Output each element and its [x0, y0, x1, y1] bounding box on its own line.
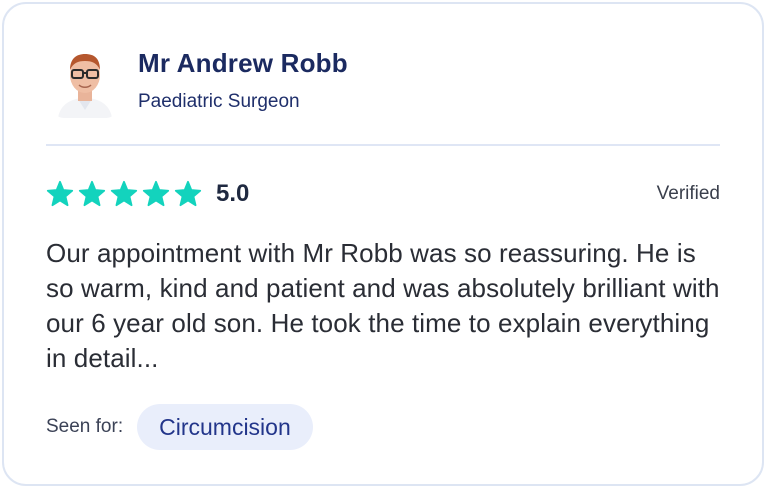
- review-card: Mr Andrew Robb Paediatric Surgeon 5.0 Ve…: [2, 2, 764, 486]
- rating-row: 5.0 Verified: [46, 174, 720, 214]
- doctor-name: Mr Andrew Robb: [138, 47, 348, 78]
- star-icon: [142, 180, 170, 207]
- review-text: Our appointment with Mr Robb was so reas…: [46, 238, 720, 373]
- seen-for-label: Seen for:: [46, 416, 124, 437]
- doctor-header: Mr Andrew Robb Paediatric Surgeon: [52, 42, 348, 122]
- star-icon: [78, 180, 106, 207]
- divider: [46, 144, 720, 146]
- seen-for-row: Seen for: Circumcision: [46, 404, 313, 450]
- star-icon: [110, 180, 138, 207]
- procedure-tag[interactable]: Circumcision: [137, 404, 313, 450]
- verified-label: Verified: [656, 183, 720, 204]
- star-rating: [46, 180, 202, 208]
- doctor-info: Mr Andrew Robb Paediatric Surgeon: [138, 48, 348, 113]
- doctor-specialty: Paediatric Surgeon: [138, 90, 300, 112]
- star-icon: [46, 180, 74, 207]
- avatar: [52, 46, 118, 118]
- rating-score: 5.0: [216, 180, 250, 207]
- star-icon: [174, 180, 202, 207]
